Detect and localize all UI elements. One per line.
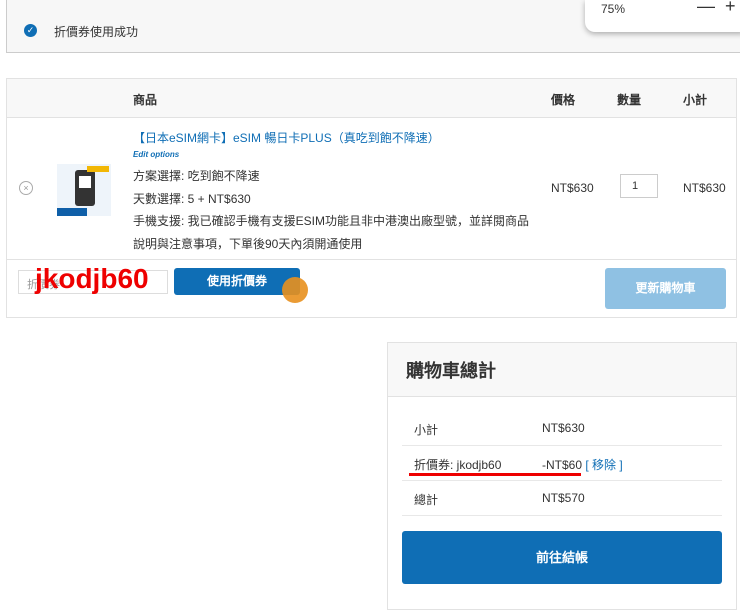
zoom-level: 75% [601,2,626,16]
item-price: NT$630 [551,181,594,195]
update-cart-button[interactable]: 更新購物車 [605,268,726,309]
coupon-code-annotation: jkodjb60 [35,263,149,294]
row-value: NT$570 [542,491,585,505]
quantity-input[interactable]: 1 [620,174,658,198]
cart-table: 商品 價格 數量 小計 × 【日本eSIM網卡】eSIM 暢日卡PLUS（真吃到… [6,78,737,318]
header-qty: 數量 [617,93,642,107]
product-image[interactable] [57,164,111,216]
row-label: 總計 [414,493,439,507]
row-label: 小計 [414,423,439,437]
item-subtotal: NT$630 [683,181,726,195]
product-name-link[interactable]: 【日本eSIM網卡】eSIM 暢日卡PLUS（真吃到飽不降速） [133,129,440,146]
row-value: NT$630 [542,421,585,435]
days-option: 天數選擇: 5 + NT$630 [133,192,251,206]
header-product: 商品 [133,93,158,107]
totals-title: 購物車總計 [388,343,736,397]
discount-value: -NT$60 [542,458,583,472]
header-subtotal: 小計 [683,93,708,107]
support-option: 手機支援: 我已確認手機有支援ESIM功能且非中港澳出廠型號，並詳閱商品 [133,214,530,228]
cart-totals: 購物車總計 小計 NT$630 折價券: jkodjb60 -NT$60 [ 移… [387,342,737,610]
checkout-button[interactable]: 前往結帳 [402,531,722,584]
plan-option: 方案選擇: 吃到飽不降速 [133,169,260,183]
zoom-popup: 75% — + [585,0,740,32]
edit-options-link[interactable]: Edit options [133,150,179,159]
pointer-hand-icon [282,277,308,303]
header-price: 價格 [551,93,576,107]
notice-text: 折價券使用成功 [54,25,139,39]
zoom-out-button[interactable]: — [697,0,715,17]
remove-item-icon[interactable]: × [19,181,33,195]
totals-row-subtotal: 小計 NT$630 [402,410,722,446]
row-label: 折價券: jkodjb60 [414,458,502,472]
remove-coupon-link[interactable]: [ 移除 ] [585,458,622,472]
table-header: 商品 價格 數量 小計 [7,79,736,118]
support-option-cont: 說明與注意事項，下單後90天內須開通使用 [133,237,363,251]
check-icon: ✓ [24,24,37,37]
annotation-underline [409,473,581,476]
row-value: -NT$60 [ 移除 ] [542,456,623,473]
totals-row-total: 總計 NT$570 [402,480,722,516]
zoom-in-button[interactable]: + [725,0,736,17]
table-row: × 【日本eSIM網卡】eSIM 暢日卡PLUS（真吃到飽不降速） Edit o… [7,117,736,260]
